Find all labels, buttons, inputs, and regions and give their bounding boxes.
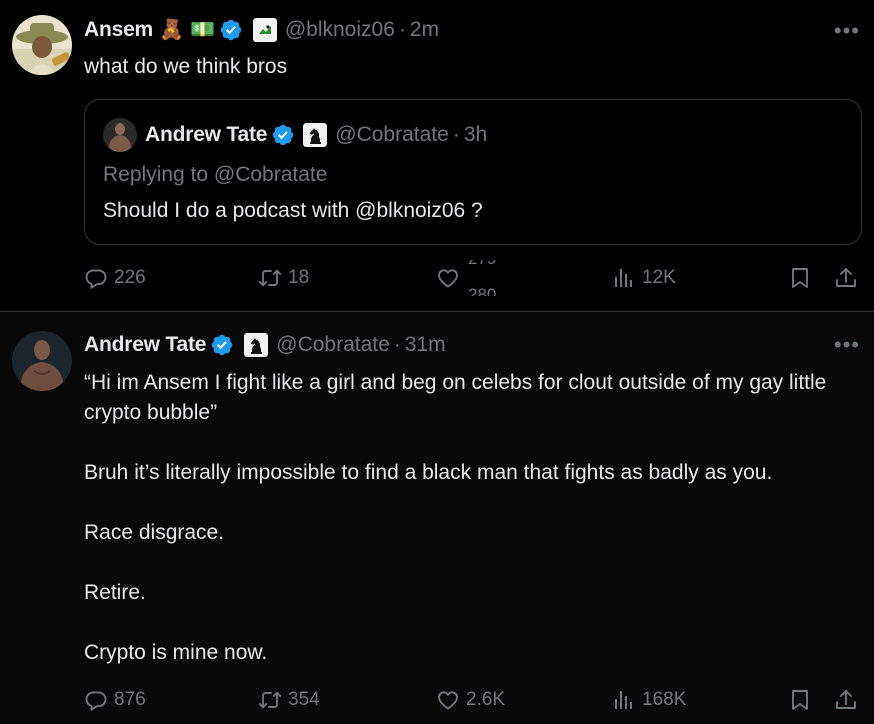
- teddy-bear-emoji: 🧸: [159, 19, 184, 41]
- repost-icon: [258, 266, 282, 290]
- more-options-icon[interactable]: •••: [834, 332, 860, 358]
- views-icon: [612, 266, 636, 290]
- reply-count: 226: [114, 267, 146, 288]
- tweet-actions: 876 354 2.6K 168K: [84, 682, 864, 718]
- timestamp[interactable]: 2m: [410, 18, 439, 42]
- reply-icon: [84, 688, 108, 712]
- share-icon: [834, 688, 858, 712]
- views-button[interactable]: 12K: [612, 260, 676, 296]
- knight-badge-icon[interactable]: [244, 333, 268, 357]
- views-icon: [612, 688, 636, 712]
- author-handle[interactable]: @blknoiz06: [285, 18, 395, 42]
- tweet-header: Andrew Tate @Cobratate · 31m: [84, 330, 446, 360]
- separator-dot: ·: [452, 123, 460, 146]
- affiliate-badge-icon[interactable]: [252, 18, 277, 42]
- like-count-rolling: 279 280: [466, 260, 506, 296]
- quoted-tweet[interactable]: Andrew Tate @Cobratate · 3h Replying to …: [84, 99, 862, 245]
- tweet-ansem[interactable]: Ansem 🧸 💵 @blknoiz06 · 2m ••• what do we…: [0, 0, 874, 311]
- repost-icon: [258, 688, 282, 712]
- repost-count: 354: [288, 689, 320, 710]
- like-count-old: 279: [468, 260, 496, 269]
- money-emoji: 💵: [189, 19, 215, 41]
- repost-button[interactable]: 354: [258, 682, 320, 718]
- reply-icon: [84, 266, 108, 290]
- views-button[interactable]: 168K: [612, 682, 686, 718]
- tweet-actions: 226 18 279 280 12K: [84, 260, 864, 296]
- like-icon: [436, 688, 460, 712]
- timestamp[interactable]: 31m: [405, 333, 446, 357]
- tweet-header: Ansem 🧸 💵 @blknoiz06 · 2m: [84, 15, 439, 45]
- share-button[interactable]: [834, 260, 858, 296]
- view-count: 12K: [642, 267, 676, 288]
- bookmark-button[interactable]: [788, 682, 812, 718]
- reply-button[interactable]: 876: [84, 682, 146, 718]
- quote-timestamp[interactable]: 3h: [464, 123, 487, 147]
- avatar-andrew-tate[interactable]: [12, 331, 72, 391]
- like-button[interactable]: 2.6K: [436, 682, 505, 718]
- quote-author-name[interactable]: Andrew Tate: [145, 123, 267, 147]
- avatar-andrew-tate-small[interactable]: [103, 118, 137, 152]
- bookmark-icon: [788, 266, 812, 290]
- tweet-andrew-tate[interactable]: Andrew Tate @Cobratate · 31m ••• “Hi im …: [0, 311, 874, 724]
- author-handle[interactable]: @Cobratate: [276, 333, 390, 357]
- like-button[interactable]: 279 280: [436, 260, 506, 296]
- reply-button[interactable]: 226: [84, 260, 146, 296]
- replying-to[interactable]: Replying to @Cobratate: [103, 160, 327, 190]
- like-icon: [436, 266, 460, 290]
- verified-badge-icon[interactable]: [210, 333, 234, 357]
- bookmark-icon: [788, 688, 812, 712]
- share-icon: [834, 266, 858, 290]
- more-options-icon[interactable]: •••: [834, 18, 860, 44]
- quote-text: Should I do a podcast with @blknoiz06 ?: [103, 199, 483, 222]
- verified-badge-icon[interactable]: [271, 123, 295, 147]
- verified-badge-icon[interactable]: [219, 18, 243, 42]
- tweet-paragraph: Bruh it’s literally impossible to find a…: [84, 461, 773, 484]
- tweet-paragraph: Race disgrace.: [84, 521, 225, 544]
- bookmark-button[interactable]: [788, 260, 812, 296]
- quote-header: Andrew Tate @Cobratate · 3h: [145, 120, 487, 150]
- separator-dot: ·: [398, 18, 406, 41]
- separator-dot: ·: [393, 333, 401, 356]
- author-name[interactable]: Ansem: [84, 18, 153, 42]
- share-button[interactable]: [834, 682, 858, 718]
- tweet-text: what do we think bros: [84, 55, 288, 78]
- repost-button[interactable]: 18: [258, 260, 309, 296]
- author-name[interactable]: Andrew Tate: [84, 333, 206, 357]
- view-count: 168K: [642, 689, 687, 710]
- avatar-ansem[interactable]: [12, 15, 72, 75]
- like-count: 2.6K: [466, 689, 506, 710]
- like-count-new: 280: [468, 285, 497, 296]
- tweet-paragraph: Retire.: [84, 581, 146, 604]
- tweet-paragraph: Crypto is mine now.: [84, 641, 268, 664]
- reply-count: 876: [114, 689, 146, 710]
- tweet-paragraph: “Hi im Ansem I fight like a girl and beg…: [84, 371, 827, 424]
- knight-badge-icon[interactable]: [303, 123, 327, 147]
- repost-count: 18: [288, 267, 310, 288]
- quote-author-handle[interactable]: @Cobratate: [335, 123, 449, 147]
